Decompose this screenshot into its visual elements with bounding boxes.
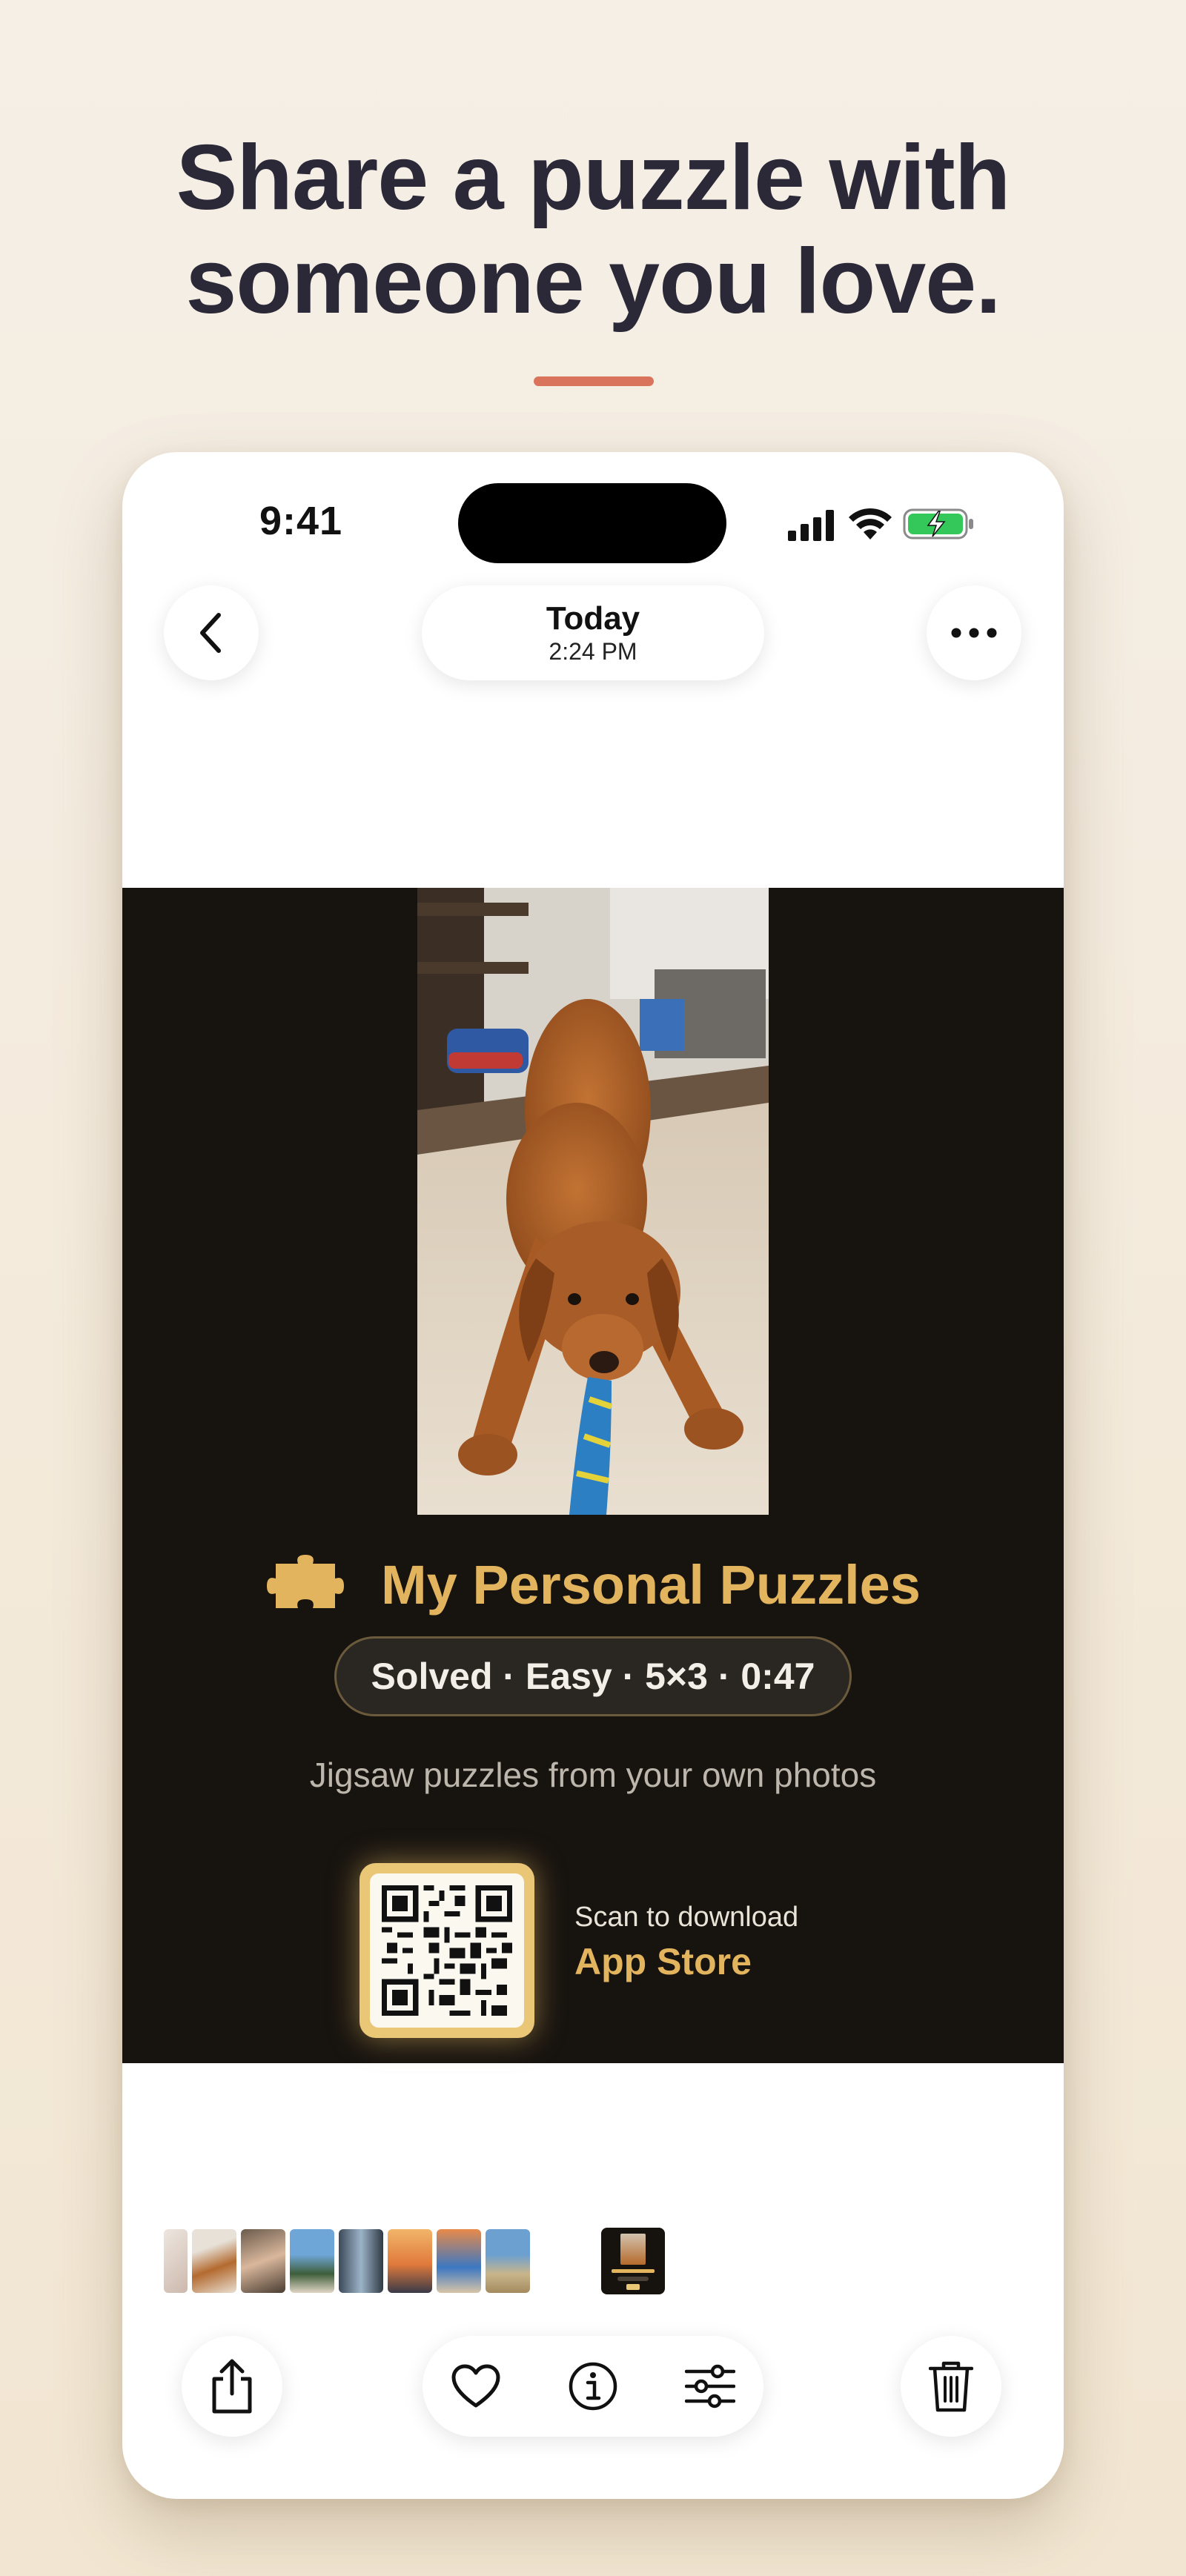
puzzle-piece-icon: [267, 1555, 345, 1608]
share-button[interactable]: [182, 2336, 282, 2437]
more-button[interactable]: [927, 585, 1021, 680]
date-title: Today: [546, 600, 640, 637]
qr-caption: Scan to download: [574, 1902, 799, 1933]
photo-filmstrip[interactable]: [164, 2228, 757, 2294]
brand-tagline: Jigsaw puzzles from your own photos: [309, 1756, 877, 1794]
filmstrip-thumbnail[interactable]: [241, 2229, 285, 2293]
filmstrip-thumbnail[interactable]: [192, 2229, 236, 2293]
brand-row: My Personal Puzzles: [263, 1547, 923, 1621]
status-icons: [788, 505, 981, 541]
dynamic-island: [458, 483, 726, 563]
wifi-icon: [849, 508, 892, 540]
filmstrip-thumbnail[interactable]: [437, 2229, 481, 2293]
ellipsis-icon: [951, 628, 997, 638]
info-icon: [569, 2362, 617, 2411]
date-pill[interactable]: Today 2:24 PM: [422, 585, 764, 680]
phone-mockup: 9:41 Today 2:24 PM My Personal Puzzles S…: [122, 452, 1064, 2499]
headline-line-1: Share a puzzle with: [176, 127, 1011, 229]
info-button[interactable]: [568, 2361, 618, 2411]
adjust-button[interactable]: [685, 2361, 735, 2411]
headline-line-2: someone you love.: [185, 230, 1001, 333]
delete-button[interactable]: [901, 2336, 1001, 2437]
page-headline: Share a puzzle with someone you love.: [0, 126, 1186, 333]
filmstrip-thumbnail[interactable]: [388, 2229, 432, 2293]
brand-title: My Personal Puzzles: [381, 1553, 921, 1616]
app-store-label: App Store: [574, 1941, 752, 1982]
favorite-button[interactable]: [451, 2361, 501, 2411]
filmstrip-thumbnail[interactable]: [486, 2229, 530, 2293]
share-icon: [212, 2359, 252, 2414]
filmstrip-thumbnail[interactable]: [164, 2229, 188, 2293]
heart-icon: [451, 2364, 500, 2408]
dog-photo-illustration: [417, 888, 769, 1515]
status-time: 9:41: [259, 499, 343, 543]
puzzle-stats-badge: Solved · Easy · 5×3 · 0:47: [334, 1636, 852, 1716]
back-button[interactable]: [164, 585, 259, 680]
sliders-icon: [685, 2364, 735, 2409]
filmstrip-thumbnail[interactable]: [290, 2229, 334, 2293]
trash-icon: [929, 2361, 973, 2412]
cellular-signal-icon: [788, 510, 834, 541]
battery-charging-icon: [903, 508, 973, 540]
qr-code: [360, 1863, 534, 2038]
accent-divider: [534, 376, 654, 386]
chevron-left-icon: [200, 613, 221, 653]
filmstrip-thumbnail-current[interactable]: [601, 2228, 665, 2294]
share-card: My Personal Puzzles Solved · Easy · 5×3 …: [122, 888, 1064, 2063]
date-time: 2:24 PM: [549, 638, 637, 665]
filmstrip-thumbnail[interactable]: [339, 2229, 383, 2293]
qr-code-icon: [382, 1885, 512, 2016]
photo-actions-group: [423, 2336, 763, 2437]
puzzle-photo: [417, 888, 769, 1515]
